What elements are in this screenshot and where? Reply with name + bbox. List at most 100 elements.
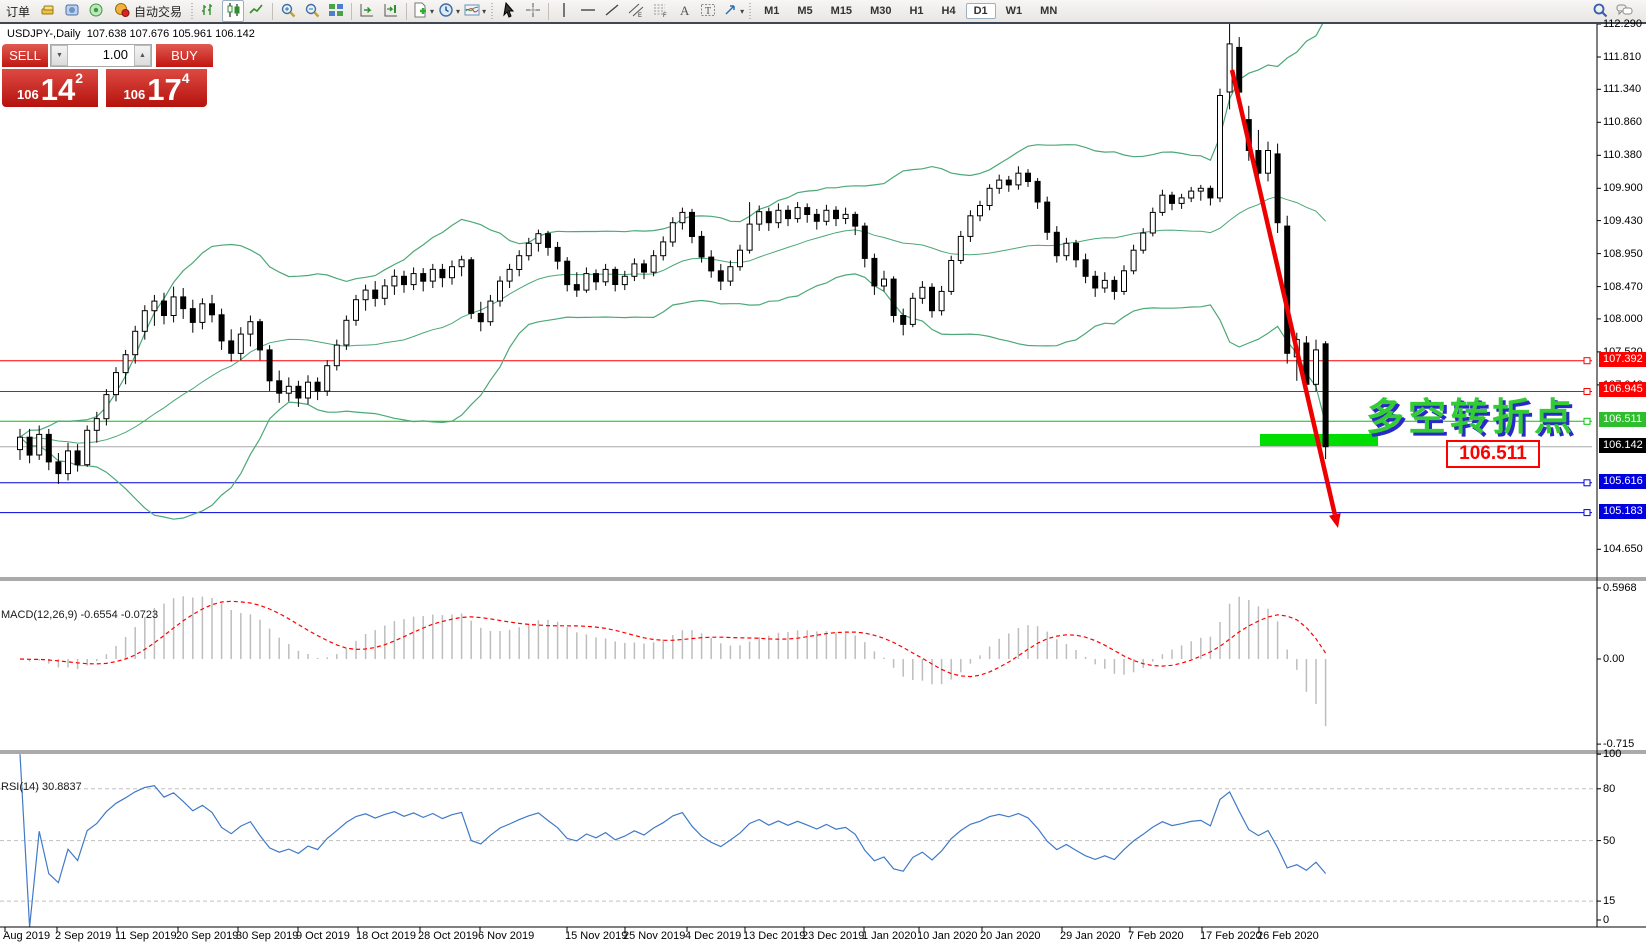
- history-button[interactable]: [61, 0, 83, 22]
- buy-price-button[interactable]: 106 17 4: [106, 69, 207, 107]
- text-icon: A: [676, 2, 693, 21]
- date-tick-label: 2 Sep 2019: [55, 930, 111, 942]
- autotrade-icon: [114, 2, 131, 21]
- timeframe-m5-button[interactable]: M5: [789, 3, 820, 19]
- text-button[interactable]: A: [673, 0, 695, 22]
- chart-canvas[interactable]: [0, 24, 1646, 944]
- date-tick-label: 20 Jan 2020: [980, 930, 1041, 942]
- new-template-button[interactable]: ▾: [411, 0, 435, 22]
- timeframe-m15-button[interactable]: M15: [823, 3, 860, 19]
- date-tick-label: 17 Feb 2020: [1200, 930, 1262, 942]
- turning-point-annotation[interactable]: 多空转折点: [1366, 386, 1576, 441]
- price-line-badge: 105.616: [1599, 474, 1646, 489]
- indicators-list-button[interactable]: ▾: [463, 0, 487, 22]
- date-tick-label: 7 Feb 2020: [1128, 930, 1184, 942]
- buy-button[interactable]: BUY: [156, 44, 213, 67]
- text-label-icon: T: [700, 2, 717, 21]
- svg-text:T: T: [705, 6, 711, 17]
- date-tick-label: 9 Oct 2019: [296, 930, 350, 942]
- price-line-badge: 105.183: [1599, 504, 1646, 519]
- volume-decrease-button[interactable]: ▼: [51, 45, 68, 66]
- cursor-icon: [501, 2, 518, 21]
- equidistant-channel-icon: E: [628, 2, 645, 21]
- date-tick-label: 10 Jan 2020: [917, 930, 978, 942]
- chart-shift-button[interactable]: [380, 0, 402, 22]
- timeframe-mn-button[interactable]: MN: [1032, 3, 1065, 19]
- buy-price-pip: 4: [182, 70, 190, 86]
- horizontal-line-button[interactable]: [577, 0, 599, 22]
- price-tick-label: 108.000: [1603, 313, 1643, 325]
- autotrade-button[interactable]: 自动交易: [109, 0, 187, 22]
- tile-windows-button[interactable]: [325, 0, 347, 22]
- date-tick-label: 1 Jan 2020: [862, 930, 916, 942]
- timeframe-h4-button[interactable]: H4: [934, 3, 964, 19]
- candlestick-chart-button[interactable]: [222, 0, 244, 22]
- chart-window[interactable]: USDJPY-,Daily 107.638 107.676 105.961 10…: [0, 24, 1646, 944]
- volume-increase-button[interactable]: ▲: [134, 45, 151, 66]
- price-tick-label: 109.430: [1603, 215, 1643, 227]
- price-tick-label: 112.290: [1603, 18, 1642, 30]
- timeframe-m30-button[interactable]: M30: [862, 3, 899, 19]
- svg-text:E: E: [638, 13, 642, 18]
- trendline-button[interactable]: [601, 0, 623, 22]
- sell-button[interactable]: SELL: [2, 44, 48, 67]
- autotrade-label: 自动交易: [134, 3, 182, 20]
- date-tick-label: Aug 2019: [3, 930, 50, 942]
- new-order-button[interactable]: 订单: [1, 0, 35, 22]
- candlestick-chart-icon: [225, 2, 242, 21]
- toolbar-drag-handle: [748, 3, 753, 19]
- price-tick-label: 108.950: [1603, 248, 1643, 260]
- text-label-button[interactable]: T: [697, 0, 719, 22]
- volume-stepper[interactable]: ▼ 1.00 ▲: [50, 44, 152, 67]
- macd-tick-label: 0.00: [1603, 653, 1624, 665]
- date-tick-label: 30 Sep 2019: [236, 930, 298, 942]
- date-tick-label: 23 Dec 2019: [802, 930, 864, 942]
- buy-price-base: 106: [124, 87, 146, 102]
- crosshair-button[interactable]: [522, 0, 544, 22]
- cursor-button[interactable]: [498, 0, 520, 22]
- bar-chart-icon: [201, 2, 218, 21]
- sell-price-button[interactable]: 106 14 2: [2, 69, 98, 107]
- date-tick-label: 20 Sep 2019: [176, 930, 238, 942]
- macd-indicator-label: MACD(12,26,9) -0.6554 -0.0723: [1, 609, 158, 621]
- signals-button[interactable]: [85, 0, 107, 22]
- zoom-in-button[interactable]: [277, 0, 299, 22]
- new-order-label: 订单: [6, 3, 30, 20]
- timeframe-h1-button[interactable]: H1: [901, 3, 931, 19]
- date-tick-label: 11 Sep 2019: [115, 930, 177, 942]
- support-price-label[interactable]: 106.511: [1446, 440, 1540, 468]
- price-tick-label: 111.340: [1603, 83, 1641, 95]
- date-tick-label: 18 Oct 2019: [356, 930, 416, 942]
- volume-value[interactable]: 1.00: [68, 45, 134, 66]
- toolbar-separator: [548, 3, 549, 20]
- history-icon: [64, 2, 81, 21]
- auto-scroll-button[interactable]: [356, 0, 378, 22]
- line-chart-button[interactable]: [246, 0, 268, 22]
- horizontal-line-icon: [580, 2, 597, 21]
- bar-chart-button[interactable]: [198, 0, 220, 22]
- periods-button[interactable]: ▾: [437, 0, 461, 22]
- new-order-button[interactable]: [37, 0, 59, 22]
- date-tick-label: 6 Nov 2019: [478, 930, 534, 942]
- fibonacci-button[interactable]: F: [649, 0, 671, 22]
- new-template-icon: [412, 2, 429, 21]
- ohlc-readout: 107.638 107.676 105.961 106.142: [87, 28, 255, 40]
- timeframe-d1-button[interactable]: D1: [966, 3, 996, 19]
- timeframe-w1-button[interactable]: W1: [998, 3, 1031, 19]
- zoom-out-button[interactable]: [301, 0, 323, 22]
- price-tick-label: 111.810: [1603, 51, 1641, 63]
- date-tick-label: 29 Jan 2020: [1060, 930, 1121, 942]
- date-tick-label: 15 Nov 2019: [565, 930, 627, 942]
- arrows-button[interactable]: ▾: [721, 0, 745, 22]
- toolbar-separator: [351, 3, 352, 20]
- vertical-line-button[interactable]: [553, 0, 575, 22]
- one-click-trading-panel: SELL ▼ 1.00 ▲ BUY 106 14 2 106 17 4: [2, 44, 213, 107]
- sell-price-big: 14: [41, 75, 75, 105]
- date-tick-label: 28 Oct 2019: [418, 930, 478, 942]
- sell-price-pip: 2: [75, 70, 83, 86]
- crosshair-icon: [525, 2, 542, 21]
- equidistant-channel-button[interactable]: E: [625, 0, 647, 22]
- price-line-badge: 106.511: [1599, 412, 1646, 427]
- signals-icon: [88, 2, 105, 21]
- timeframe-m1-button[interactable]: M1: [756, 3, 787, 19]
